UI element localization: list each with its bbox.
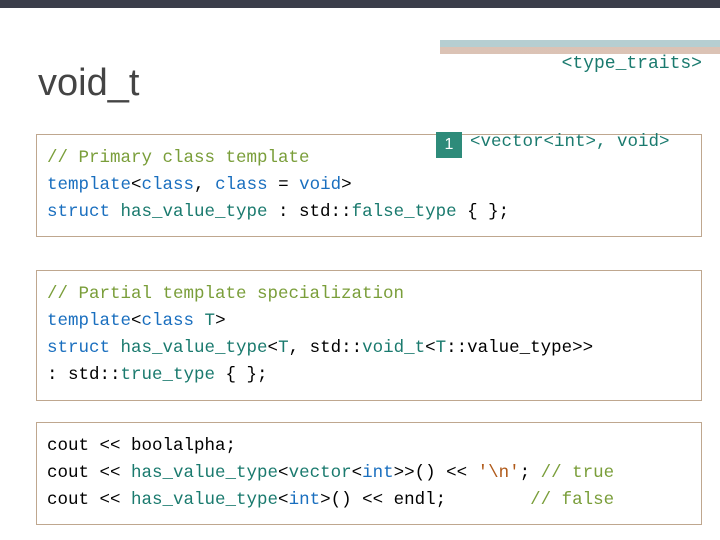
ty: has_value_type bbox=[121, 202, 268, 222]
t: : std:: bbox=[47, 365, 121, 385]
kw: int bbox=[362, 463, 394, 483]
str: '\n' bbox=[478, 463, 520, 483]
code-box-usage: cout << boolalpha; cout << has_value_typ… bbox=[36, 422, 702, 525]
kw: struct bbox=[47, 338, 121, 358]
t: < bbox=[278, 463, 289, 483]
step-label: <vector<int>, void> bbox=[470, 132, 670, 152]
kw: template bbox=[47, 175, 131, 195]
ty: false_type bbox=[352, 202, 457, 222]
code-comment: // false bbox=[530, 490, 614, 510]
ty: T bbox=[436, 338, 447, 358]
kw: void bbox=[299, 175, 341, 195]
t: < bbox=[131, 175, 142, 195]
t: cout << boolalpha; bbox=[47, 436, 236, 456]
code-comment: // Primary class template bbox=[47, 148, 310, 168]
t: < bbox=[278, 490, 289, 510]
t: < bbox=[131, 311, 142, 331]
t: cout << bbox=[47, 490, 131, 510]
kw: class bbox=[142, 175, 195, 195]
t: = bbox=[268, 175, 300, 195]
code-comment: // true bbox=[541, 463, 615, 483]
t: ; bbox=[520, 463, 541, 483]
t: { }; bbox=[457, 202, 510, 222]
t: , bbox=[194, 175, 215, 195]
code-line: cout << boolalpha; cout << has_value_typ… bbox=[47, 433, 691, 514]
slide-top-bar bbox=[0, 0, 720, 8]
code-line: // Primary class template template<class… bbox=[47, 145, 691, 226]
kw: class bbox=[142, 311, 205, 331]
slide-title: void_t bbox=[38, 62, 139, 105]
kw: template bbox=[47, 311, 131, 331]
code-comment: // Partial template specialization bbox=[47, 284, 404, 304]
ty: true_type bbox=[121, 365, 216, 385]
t: cout << bbox=[47, 463, 131, 483]
t: ::value_type>> bbox=[446, 338, 593, 358]
ty: has_value_type bbox=[121, 338, 268, 358]
accent-bar bbox=[440, 40, 720, 54]
ty: has_value_type bbox=[131, 490, 278, 510]
t: { }; bbox=[215, 365, 268, 385]
ty: has_value_type bbox=[131, 463, 278, 483]
ty: vector bbox=[289, 463, 352, 483]
t: > bbox=[215, 311, 226, 331]
code-box-specialization: // Partial template specialization templ… bbox=[36, 270, 702, 401]
t: , std:: bbox=[289, 338, 363, 358]
t: >() << endl; bbox=[320, 490, 530, 510]
code-line: // Partial template specialization templ… bbox=[47, 281, 691, 390]
kw: class bbox=[215, 175, 268, 195]
step-badge: 1 bbox=[436, 132, 462, 158]
t: < bbox=[268, 338, 279, 358]
ty: T bbox=[278, 338, 289, 358]
t: >>() << bbox=[394, 463, 478, 483]
t: < bbox=[352, 463, 363, 483]
kw: int bbox=[289, 490, 321, 510]
t: > bbox=[341, 175, 352, 195]
t: : std:: bbox=[268, 202, 352, 222]
t: < bbox=[425, 338, 436, 358]
kw: struct bbox=[47, 202, 121, 222]
ty: void_t bbox=[362, 338, 425, 358]
ty: T bbox=[205, 311, 216, 331]
header-include-tag: <type_traits> bbox=[562, 54, 702, 74]
